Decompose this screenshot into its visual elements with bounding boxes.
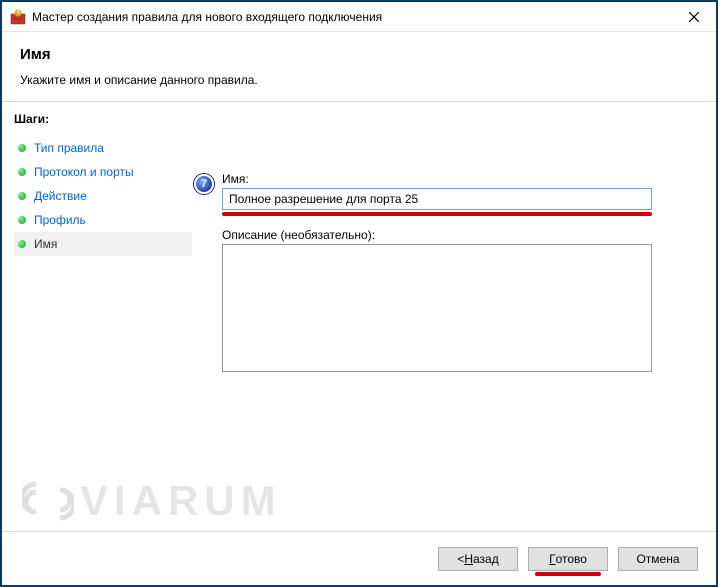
- name-label: Имя:: [222, 172, 676, 186]
- annotation-underline: [535, 572, 601, 576]
- window-title: Мастер создания правила для нового входя…: [32, 10, 382, 24]
- back-rest: азад: [473, 552, 499, 566]
- step-name[interactable]: Имя: [14, 232, 192, 256]
- wizard-window: Мастер создания правила для нового входя…: [0, 0, 718, 587]
- step-label: Имя: [34, 237, 57, 251]
- close-icon: [689, 12, 699, 22]
- close-button[interactable]: [671, 2, 716, 32]
- description-label: Описание (необязательно):: [222, 228, 676, 242]
- back-prefix: <: [457, 552, 464, 566]
- bullet-icon: [18, 216, 26, 224]
- annotation-underline: [222, 212, 652, 216]
- step-label: Действие: [34, 189, 87, 203]
- page-subtitle: Укажите имя и описание данного правила.: [20, 73, 698, 87]
- step-protocol-ports[interactable]: Протокол и порты: [14, 160, 192, 184]
- name-input[interactable]: [222, 188, 652, 210]
- wizard-body: Шаги: Тип правила Протокол и порты Дейст…: [2, 102, 716, 531]
- finish-rest: отово: [556, 552, 587, 566]
- step-label: Тип правила: [34, 141, 104, 155]
- step-rule-type[interactable]: Тип правила: [14, 136, 192, 160]
- step-profile[interactable]: Профиль: [14, 208, 192, 232]
- bullet-icon: [18, 192, 26, 200]
- description-textarea[interactable]: [222, 244, 652, 372]
- annotation-badge: 7: [194, 174, 214, 194]
- steps-title: Шаги:: [14, 112, 192, 126]
- wizard-footer: < Назад Готово Отмена: [2, 531, 716, 585]
- firewall-icon: [10, 9, 26, 25]
- step-label: Протокол и порты: [34, 165, 134, 179]
- step-action[interactable]: Действие: [14, 184, 192, 208]
- wizard-header: Имя Укажите имя и описание данного прави…: [2, 32, 716, 102]
- bullet-icon: [18, 168, 26, 176]
- cancel-button[interactable]: Отмена: [618, 547, 698, 571]
- wizard-main: 7 Имя: Описание (необязательно):: [192, 102, 716, 531]
- steps-sidebar: Шаги: Тип правила Протокол и порты Дейст…: [2, 102, 192, 531]
- back-button[interactable]: < Назад: [438, 547, 518, 571]
- bullet-icon: [18, 240, 26, 248]
- back-hotkey: Н: [464, 552, 473, 566]
- titlebar: Мастер создания правила для нового входя…: [2, 2, 716, 32]
- finish-button[interactable]: Готово: [528, 547, 608, 571]
- cancel-label: Отмена: [636, 552, 679, 566]
- step-label: Профиль: [34, 213, 86, 227]
- page-title: Имя: [20, 46, 698, 63]
- bullet-icon: [18, 144, 26, 152]
